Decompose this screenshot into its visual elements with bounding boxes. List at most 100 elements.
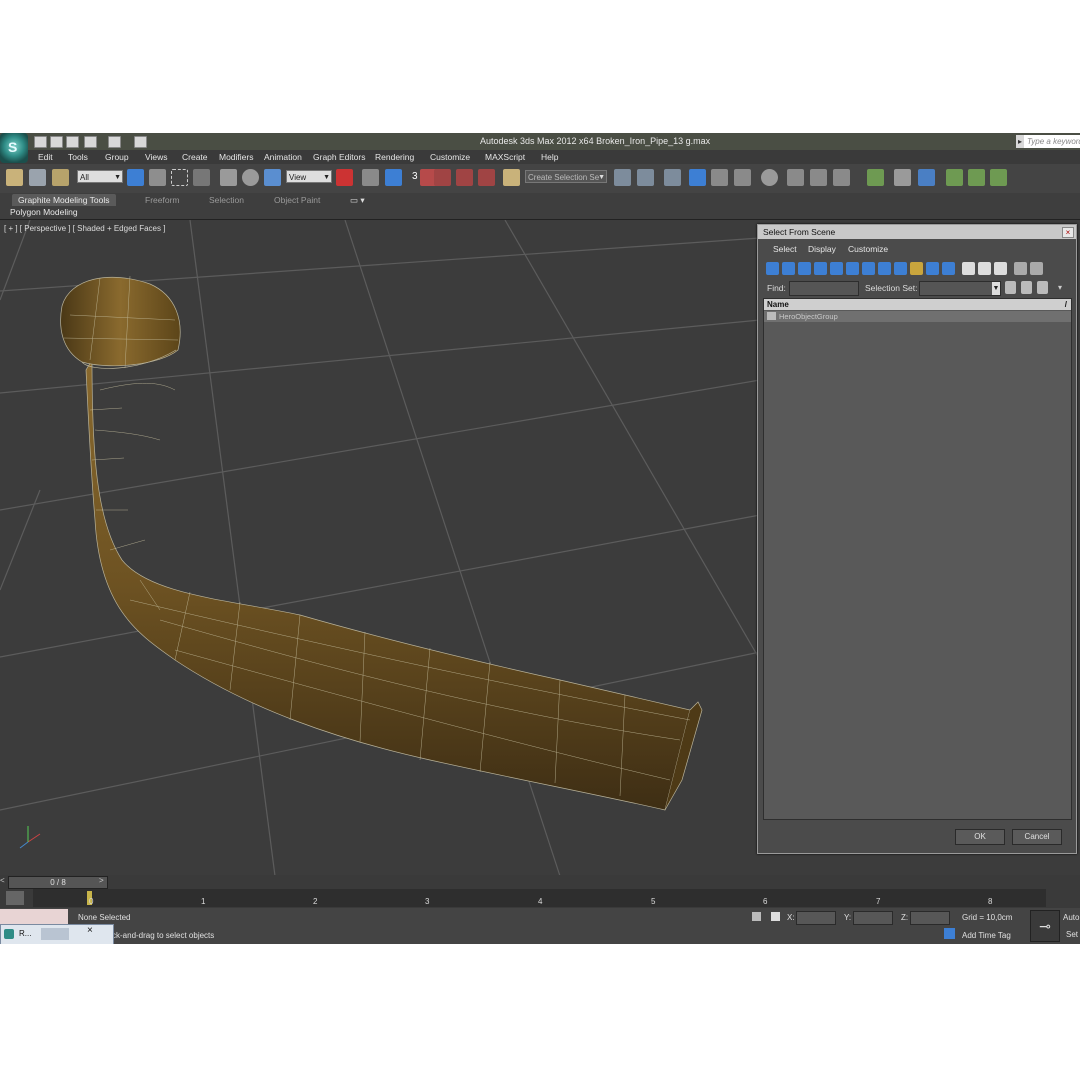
create-selection-set-icon[interactable] <box>1005 281 1016 294</box>
redo-view-icon[interactable] <box>968 169 985 186</box>
menu-rendering[interactable]: Rendering <box>375 152 414 162</box>
filter-lights-icon[interactable] <box>798 262 811 275</box>
schematic-view-icon[interactable] <box>734 169 751 186</box>
taskbar-item[interactable]: R... × <box>0 924 114 944</box>
filter-cameras-icon[interactable] <box>814 262 827 275</box>
menu-modifiers[interactable]: Modifiers <box>219 152 253 162</box>
menu-group[interactable]: Group <box>105 152 129 162</box>
set-key-icon[interactable]: ⊸ <box>1030 910 1060 942</box>
remove-from-set-icon[interactable] <box>1037 281 1048 294</box>
selection-filter-dropdown[interactable]: All ▼ <box>77 170 123 183</box>
redo-icon[interactable] <box>108 136 121 148</box>
filter-helpers-icon[interactable] <box>830 262 843 275</box>
curve-editor-icon[interactable] <box>711 169 728 186</box>
menu-maxscript[interactable]: MAXScript <box>485 152 525 162</box>
align-icon[interactable] <box>637 169 654 186</box>
maximize-view-icon[interactable] <box>990 169 1007 186</box>
tab-graphite-modeling-tools[interactable]: Graphite Modeling Tools <box>12 194 116 206</box>
edit-named-selection-icon[interactable] <box>503 169 520 186</box>
chevron-right-icon[interactable]: > <box>99 876 107 887</box>
window-crossing-icon[interactable] <box>193 169 210 186</box>
mini-curve-editor-icon[interactable] <box>6 891 24 905</box>
unlink-icon[interactable] <box>29 169 46 186</box>
rectangular-selection-icon[interactable] <box>171 169 188 186</box>
close-icon[interactable]: × <box>87 925 93 936</box>
open-file-icon[interactable] <box>50 136 63 148</box>
select-by-name-icon[interactable] <box>149 169 166 186</box>
viewport-label[interactable]: [ + ] [ Perspective ] [ Shaded + Edged F… <box>4 224 165 233</box>
ribbon-options-icon[interactable]: ▭ ▾ <box>350 194 365 206</box>
undo-view-icon[interactable] <box>946 169 963 186</box>
object-list[interactable]: Name / HeroObjectGroup <box>763 298 1072 820</box>
menu-tools[interactable]: Tools <box>68 152 88 162</box>
menu-views[interactable]: Views <box>145 152 168 162</box>
filter-groups-icon[interactable] <box>862 262 875 275</box>
menu-customize[interactable]: Customize <box>430 152 470 162</box>
chevron-left-icon[interactable]: < <box>0 876 8 887</box>
tab-object-paint[interactable]: Object Paint <box>274 194 320 206</box>
filter-frozen-icon[interactable] <box>926 262 939 275</box>
filter-bones-icon[interactable] <box>894 262 907 275</box>
filter-containers-icon[interactable] <box>910 262 923 275</box>
x-coordinate-field[interactable] <box>796 911 836 925</box>
add-time-tag-button[interactable]: Add Time Tag <box>962 931 1011 940</box>
add-to-set-icon[interactable] <box>1021 281 1032 294</box>
new-file-icon[interactable] <box>34 136 47 148</box>
mirror-icon[interactable] <box>614 169 631 186</box>
select-all-icon[interactable] <box>962 262 975 275</box>
menu-help[interactable]: Help <box>541 152 558 162</box>
project-folder-icon[interactable] <box>134 136 147 148</box>
filter-hidden-icon[interactable] <box>942 262 955 275</box>
menu-graph-editors[interactable]: Graph Editors <box>313 152 365 162</box>
filter-shapes-icon[interactable] <box>782 262 795 275</box>
manipulate-icon[interactable] <box>362 169 379 186</box>
spinner-snap-icon[interactable] <box>478 169 495 186</box>
rotate-icon[interactable] <box>242 169 259 186</box>
select-invert-icon[interactable] <box>994 262 1007 275</box>
set-key-button[interactable]: Set <box>1066 930 1078 939</box>
y-coordinate-field[interactable] <box>853 911 893 925</box>
auto-key-button[interactable]: Auto <box>1063 913 1079 922</box>
move-icon[interactable] <box>220 169 237 186</box>
filter-xrefs-icon[interactable] <box>878 262 891 275</box>
dialog-menu-select[interactable]: Select <box>773 244 797 254</box>
filter-options-icon[interactable] <box>1030 262 1043 275</box>
dialog-menu-display[interactable]: Display <box>808 244 836 254</box>
app-logo-button[interactable]: S <box>0 133 28 163</box>
save-file-icon[interactable] <box>66 136 79 148</box>
scale-icon[interactable] <box>264 169 281 186</box>
link-icon[interactable] <box>6 169 23 186</box>
filter-geometry-icon[interactable] <box>766 262 779 275</box>
undo-icon[interactable] <box>84 136 97 148</box>
close-icon[interactable]: × <box>1062 227 1074 238</box>
tab-freeform[interactable]: Freeform <box>145 194 179 206</box>
dialog-title-bar[interactable]: Select From Scene <box>758 225 1076 239</box>
menu-animation[interactable]: Animation <box>264 152 302 162</box>
expand-chevron-icon[interactable]: ▾ <box>1058 283 1062 292</box>
search-arrow-icon[interactable]: ▸ <box>1016 135 1024 148</box>
ribbon-panel-polygon-modeling[interactable]: Polygon Modeling <box>10 207 78 217</box>
find-input[interactable] <box>789 281 859 296</box>
graphite-toggle-icon[interactable] <box>689 169 706 186</box>
selection-set-dropdown[interactable]: ▼ <box>919 281 1001 296</box>
ok-button[interactable]: OK <box>955 829 1005 845</box>
pivot-center-icon[interactable] <box>336 169 353 186</box>
time-slider[interactable]: 0 / 8 <box>8 876 108 889</box>
layer-manager-icon[interactable] <box>664 169 681 186</box>
angle-snap-icon[interactable] <box>434 169 451 186</box>
cloud-icon[interactable] <box>894 169 911 186</box>
material-editor-icon[interactable] <box>761 169 778 186</box>
dialog-menu-customize[interactable]: Customize <box>848 244 888 254</box>
filter-spacewarps-icon[interactable] <box>846 262 859 275</box>
rendered-frame-icon[interactable] <box>810 169 827 186</box>
menu-create[interactable]: Create <box>182 152 208 162</box>
time-tag-icon[interactable] <box>944 928 955 939</box>
pipe-tool-icon[interactable] <box>918 169 935 186</box>
render-production-icon[interactable] <box>833 169 850 186</box>
lock-icon[interactable] <box>752 912 761 921</box>
named-selection-set-dropdown[interactable]: Create Selection Se ▼ <box>525 170 607 183</box>
reference-coordinate-dropdown[interactable]: View ▼ <box>286 170 332 183</box>
list-header[interactable]: Name / <box>764 299 1071 310</box>
bind-spacewarp-icon[interactable] <box>52 169 69 186</box>
percent-snap-icon[interactable] <box>456 169 473 186</box>
